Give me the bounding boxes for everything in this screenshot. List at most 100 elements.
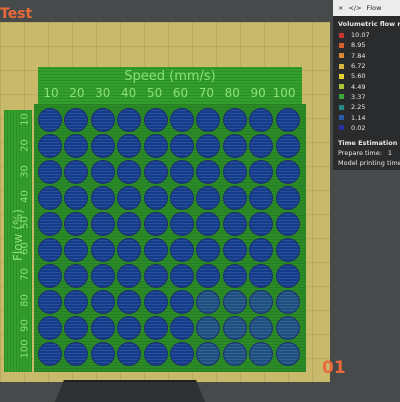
test-cell[interactable]: [249, 290, 274, 314]
test-cell[interactable]: [222, 342, 247, 366]
test-cell[interactable]: [170, 264, 194, 288]
test-cell[interactable]: [249, 342, 274, 366]
test-cell[interactable]: [117, 264, 142, 288]
test-cell[interactable]: [275, 212, 300, 236]
test-cell[interactable]: [38, 342, 62, 366]
test-cell[interactable]: [38, 238, 62, 262]
test-cell[interactable]: [249, 186, 274, 210]
test-cell[interactable]: [222, 264, 247, 288]
test-cell[interactable]: [196, 316, 221, 340]
test-cell[interactable]: [143, 134, 168, 158]
test-cell[interactable]: [170, 238, 194, 262]
test-cell[interactable]: [64, 342, 89, 366]
test-cell[interactable]: [249, 134, 274, 158]
test-cell[interactable]: [64, 316, 89, 340]
test-cell[interactable]: [117, 160, 142, 184]
test-cell[interactable]: [249, 160, 274, 184]
test-cell[interactable]: [38, 108, 62, 132]
test-cell[interactable]: [275, 134, 300, 158]
test-cell[interactable]: [275, 342, 300, 366]
test-cell[interactable]: [170, 186, 194, 210]
view-mode-select[interactable]: Flow: [367, 4, 382, 12]
test-cell[interactable]: [117, 212, 142, 236]
test-cell[interactable]: [90, 212, 115, 236]
test-cell[interactable]: [196, 290, 221, 314]
test-cell[interactable]: [117, 108, 142, 132]
test-cell[interactable]: [196, 212, 221, 236]
test-cell[interactable]: [64, 108, 89, 132]
test-cell[interactable]: [143, 238, 168, 262]
test-cell[interactable]: [196, 160, 221, 184]
test-cell[interactable]: [222, 238, 247, 262]
test-cell[interactable]: [249, 212, 274, 236]
test-cell[interactable]: [64, 290, 89, 314]
test-cell[interactable]: [170, 290, 194, 314]
test-cell[interactable]: [249, 316, 274, 340]
test-cell[interactable]: [275, 186, 300, 210]
test-cell[interactable]: [222, 186, 247, 210]
test-cell[interactable]: [275, 238, 300, 262]
test-cell[interactable]: [222, 134, 247, 158]
test-cell[interactable]: [222, 316, 247, 340]
test-cell[interactable]: [143, 108, 168, 132]
test-cell[interactable]: [222, 290, 247, 314]
test-cell[interactable]: [143, 264, 168, 288]
test-cell[interactable]: [143, 316, 168, 340]
test-cell[interactable]: [170, 342, 194, 366]
test-cell[interactable]: [90, 316, 115, 340]
test-cell[interactable]: [117, 290, 142, 314]
test-cell[interactable]: [170, 160, 194, 184]
test-cell[interactable]: [196, 342, 221, 366]
test-cell[interactable]: [90, 290, 115, 314]
test-cell[interactable]: [143, 342, 168, 366]
test-cell[interactable]: [117, 316, 142, 340]
test-cell[interactable]: [117, 238, 142, 262]
test-cell[interactable]: [90, 108, 115, 132]
test-cell[interactable]: [38, 186, 62, 210]
test-cell[interactable]: [38, 212, 62, 236]
test-cell[interactable]: [38, 160, 62, 184]
test-cell[interactable]: [275, 264, 300, 288]
test-cell[interactable]: [38, 264, 62, 288]
test-cell[interactable]: [249, 108, 274, 132]
test-cell[interactable]: [64, 212, 89, 236]
test-cell[interactable]: [196, 134, 221, 158]
test-cell[interactable]: [90, 134, 115, 158]
test-cell[interactable]: [275, 290, 300, 314]
test-cell[interactable]: [249, 238, 274, 262]
test-cell[interactable]: [64, 134, 89, 158]
test-cell[interactable]: [143, 212, 168, 236]
test-cell[interactable]: [143, 160, 168, 184]
test-cell[interactable]: [117, 186, 142, 210]
close-icon[interactable]: ×: [338, 4, 343, 12]
test-cell[interactable]: [196, 108, 221, 132]
test-cell[interactable]: [275, 316, 300, 340]
test-cell[interactable]: [143, 186, 168, 210]
test-cell[interactable]: [64, 238, 89, 262]
test-cell[interactable]: [90, 238, 115, 262]
test-cell[interactable]: [38, 134, 62, 158]
test-cell[interactable]: [222, 108, 247, 132]
test-cell[interactable]: [196, 186, 221, 210]
test-cell[interactable]: [90, 186, 115, 210]
test-cell[interactable]: [90, 342, 115, 366]
test-cell[interactable]: [249, 264, 274, 288]
test-cell[interactable]: [275, 108, 300, 132]
test-cell[interactable]: [222, 212, 247, 236]
test-cell[interactable]: [64, 160, 89, 184]
test-cell[interactable]: [170, 212, 194, 236]
test-cell[interactable]: [90, 264, 115, 288]
test-cell[interactable]: [196, 238, 221, 262]
test-cell[interactable]: [170, 108, 194, 132]
test-cell[interactable]: [170, 316, 194, 340]
test-cell[interactable]: [90, 160, 115, 184]
test-cell[interactable]: [170, 134, 194, 158]
test-cell[interactable]: [38, 290, 62, 314]
test-cell[interactable]: [117, 134, 142, 158]
test-cell[interactable]: [38, 316, 62, 340]
test-cell[interactable]: [196, 264, 221, 288]
code-icon[interactable]: </>: [348, 4, 361, 12]
test-cell[interactable]: [117, 342, 142, 366]
calibration-grid[interactable]: [34, 104, 306, 372]
test-cell[interactable]: [275, 160, 300, 184]
